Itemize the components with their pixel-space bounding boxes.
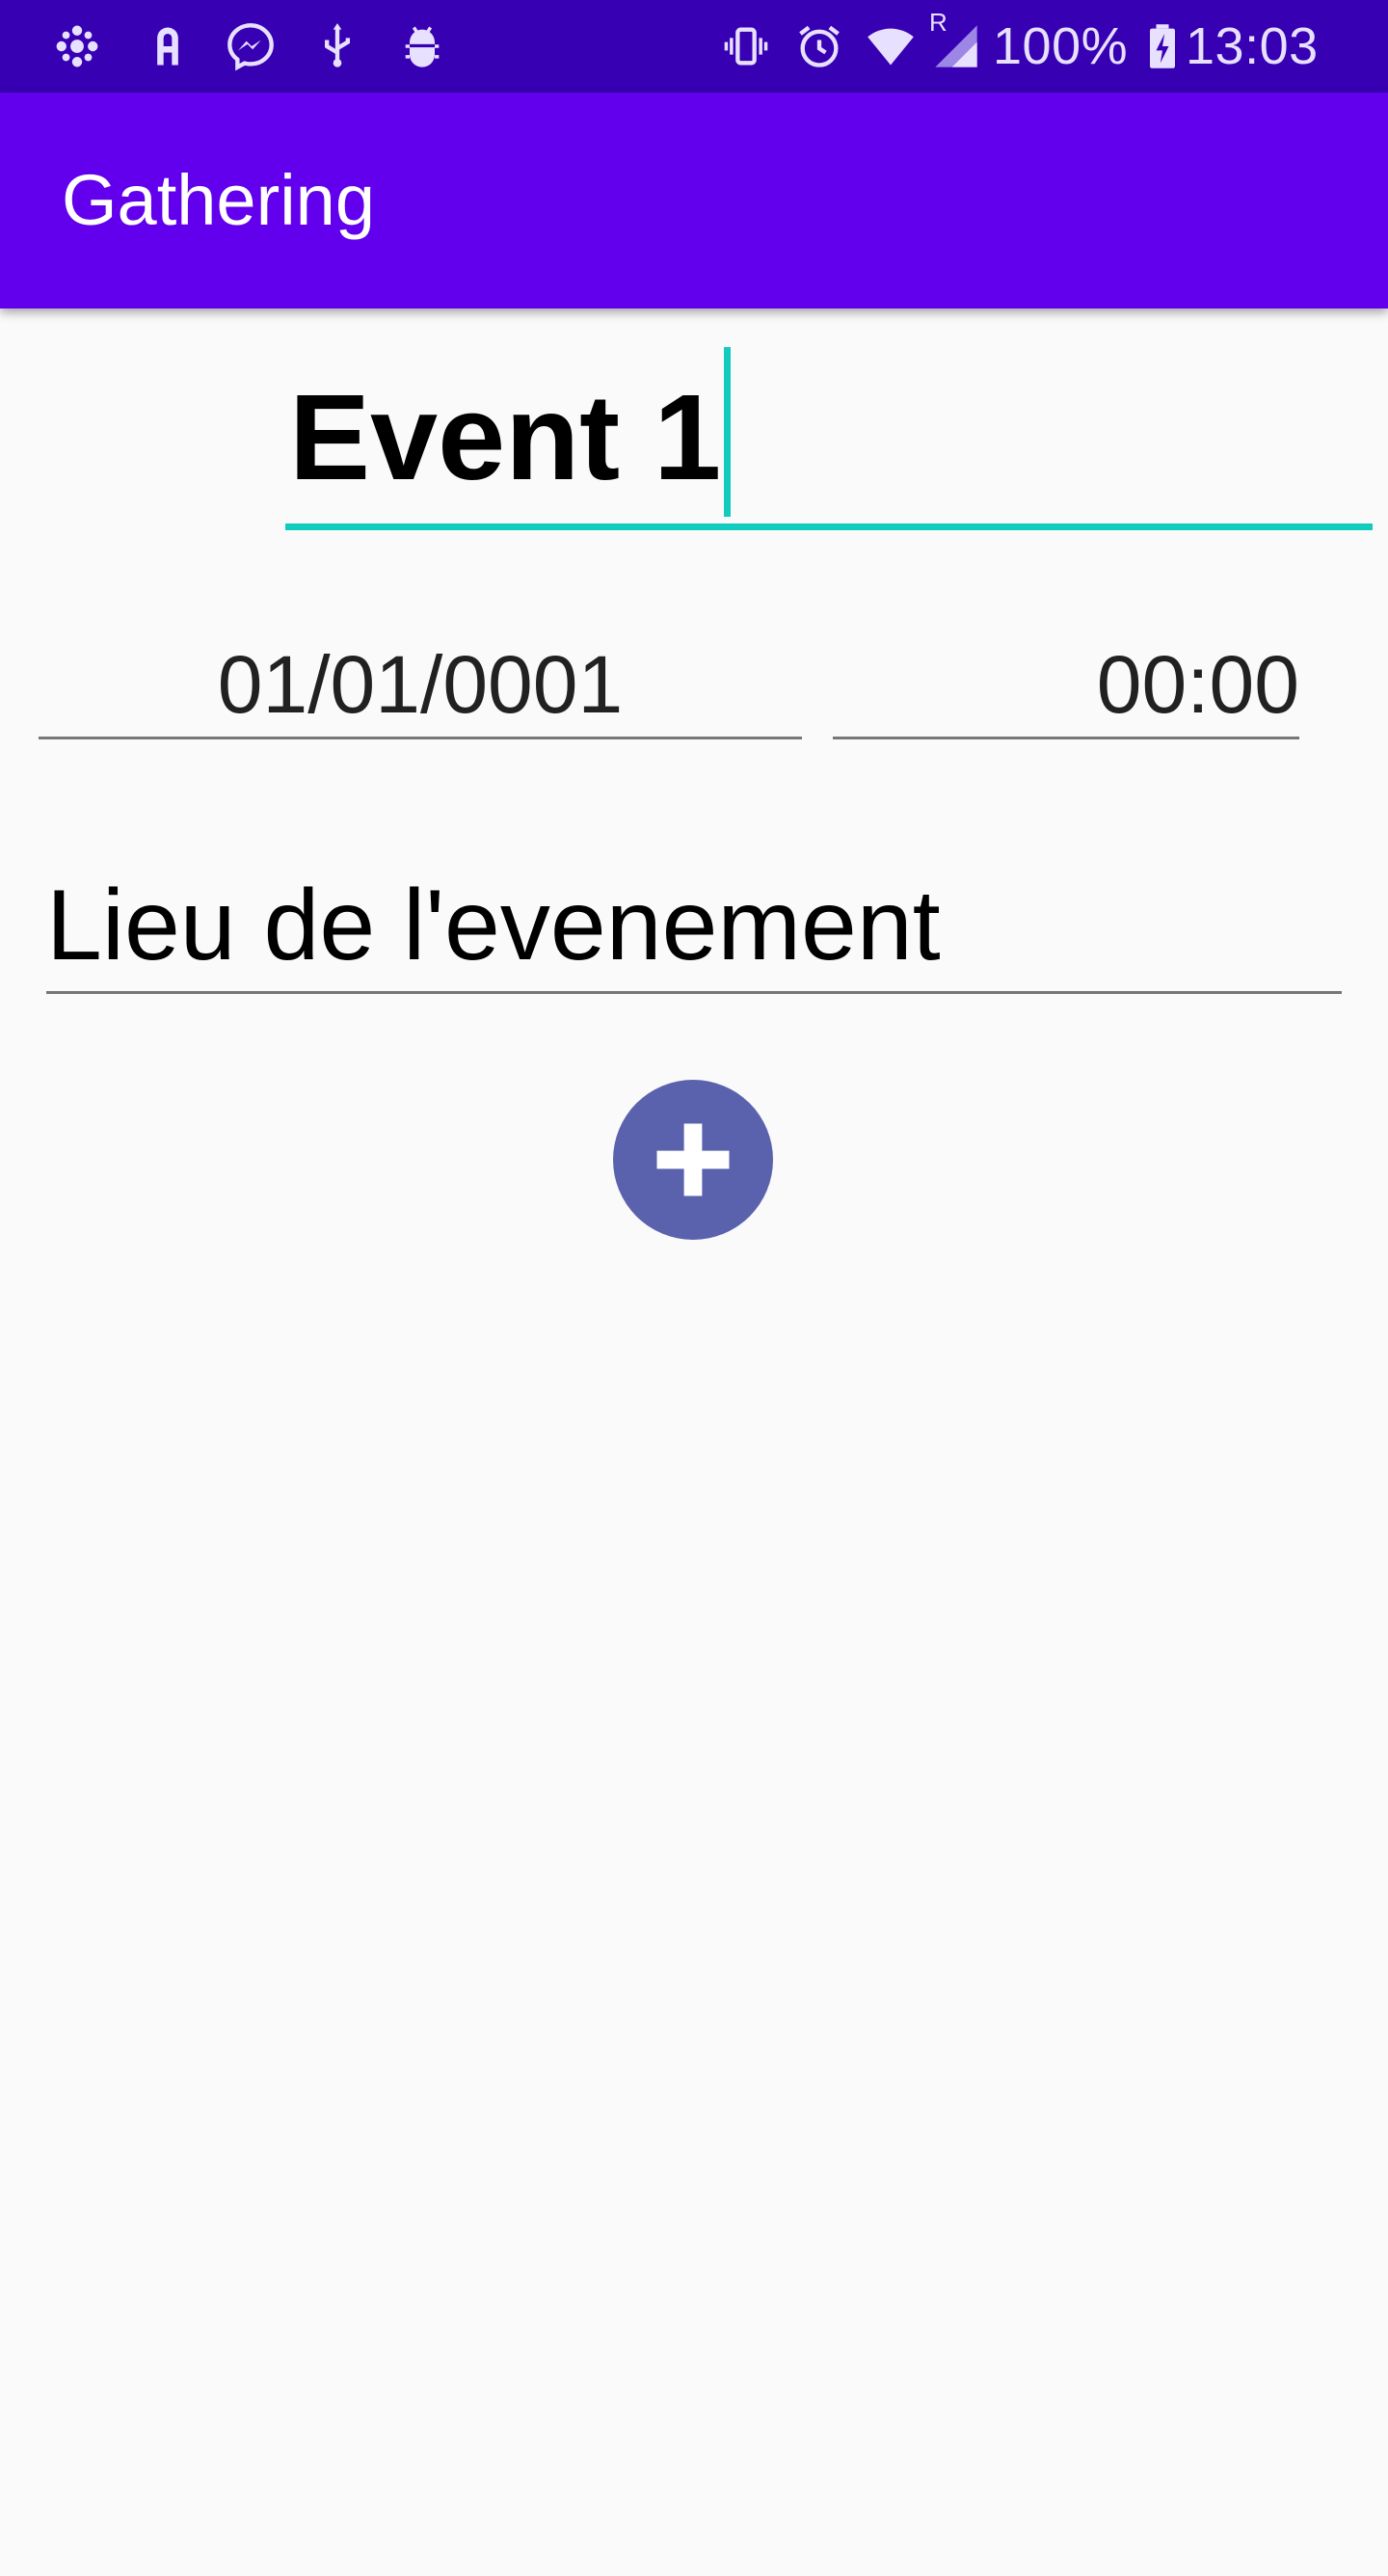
- text-a-icon: [143, 21, 193, 71]
- date-underline: [39, 737, 802, 739]
- plus-icon: [656, 1123, 730, 1196]
- wifi-icon: [866, 21, 916, 71]
- cbc-icon: [52, 21, 102, 71]
- event-name-value: Event 1: [289, 369, 722, 505]
- status-bar: R 100% 13:03: [0, 0, 1388, 93]
- location-underline: [46, 991, 1342, 994]
- battery-charging-icon: [1137, 21, 1188, 71]
- time-value: 00:00: [1096, 639, 1299, 730]
- time-underline: [833, 737, 1299, 739]
- alarm-icon: [794, 21, 844, 71]
- usb-icon: [312, 21, 362, 71]
- time-field[interactable]: 00:00: [833, 617, 1299, 742]
- messenger-icon: [226, 21, 276, 71]
- date-field[interactable]: 01/01/0001: [39, 617, 802, 742]
- vibrate-icon: [721, 21, 771, 71]
- app-title: Gathering: [62, 160, 375, 240]
- clock: 13:03: [1186, 17, 1319, 75]
- text-cursor: [724, 347, 731, 517]
- signal-icon: [931, 21, 981, 71]
- location-value: Lieu de l'evenement: [46, 870, 941, 981]
- battery-percent: 100%: [993, 17, 1129, 75]
- android-debug-icon: [397, 21, 447, 71]
- location-field[interactable]: Lieu de l'evenement: [46, 848, 1342, 995]
- add-button[interactable]: [613, 1080, 773, 1240]
- event-name-field[interactable]: Event 1: [285, 347, 1373, 532]
- date-value: 01/01/0001: [217, 639, 624, 730]
- event-name-underline: [285, 523, 1373, 530]
- app-bar: Gathering: [0, 93, 1388, 309]
